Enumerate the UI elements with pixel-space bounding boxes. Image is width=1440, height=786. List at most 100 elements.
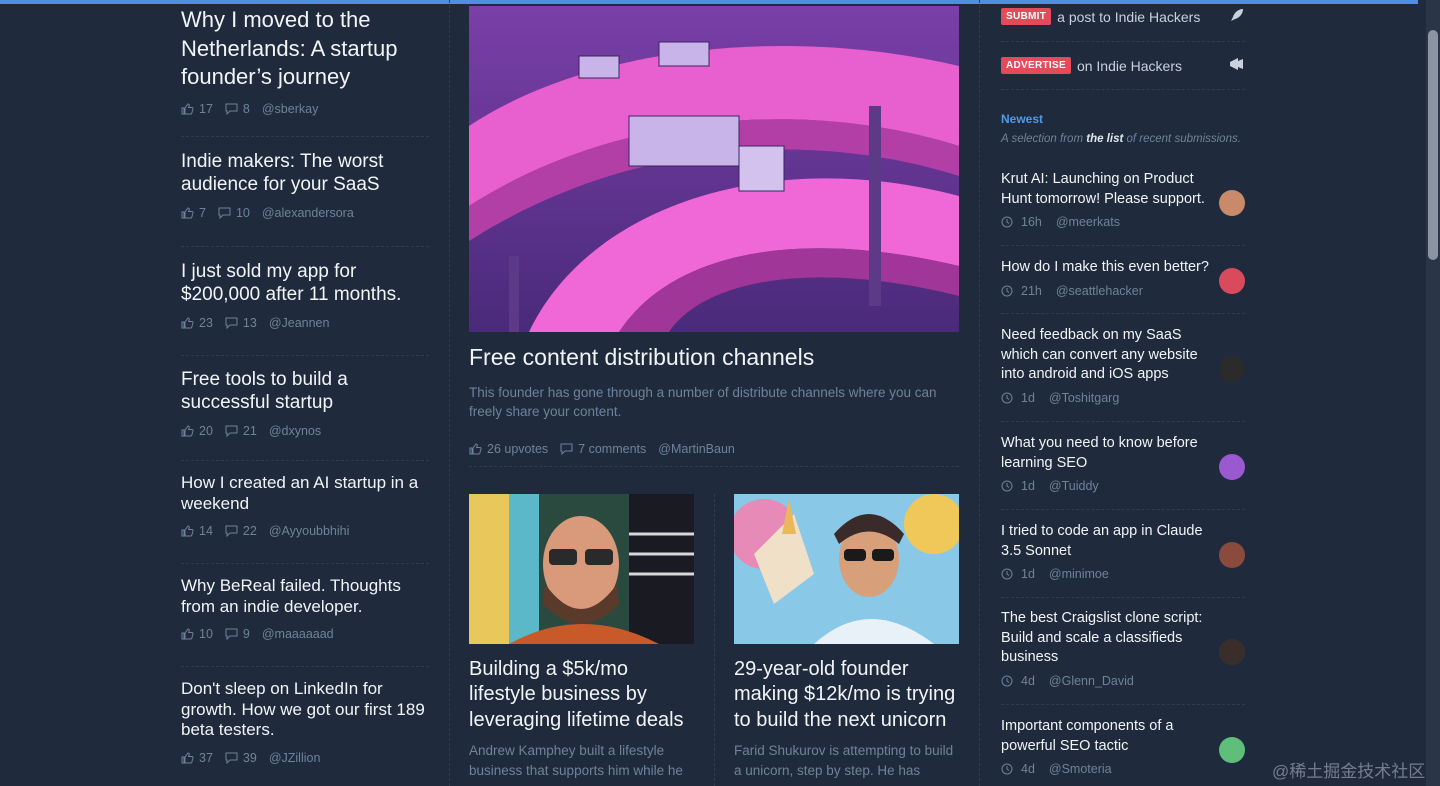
top-accent-bar (0, 0, 1418, 4)
author-link[interactable]: @Glenn_David (1049, 674, 1134, 688)
post-title[interactable]: Krut AI: Launching on Product Hunt tomor… (1001, 170, 1211, 209)
list-item[interactable]: I tried to code an app in Claude 3.5 Son… (1001, 522, 1245, 581)
post-meta: 17 8 @sberkay (181, 102, 431, 116)
post-title[interactable]: Important components of a powerful SEO t… (1001, 717, 1211, 756)
upvote-count: 7 (199, 206, 206, 221)
post-title[interactable]: Why I moved to the Netherlands: A startu… (181, 6, 431, 92)
column-divider (979, 0, 980, 786)
divider (1001, 313, 1245, 314)
comment-icon[interactable] (225, 628, 239, 641)
thumbs-up-icon[interactable] (181, 752, 195, 764)
author-link[interactable]: @sberkay (262, 102, 318, 116)
advertise-promo[interactable]: ADVERTISE on Indie Hackers (1001, 56, 1245, 75)
author-link[interactable]: @seattlehacker (1056, 284, 1143, 298)
author-link[interactable]: @Smoteria (1049, 762, 1112, 776)
submit-text[interactable]: a post to Indie Hackers (1057, 9, 1229, 25)
comment-icon[interactable] (225, 317, 239, 330)
list-item[interactable]: How I created an AI startup in a weekend… (181, 473, 431, 538)
avatar[interactable] (1219, 268, 1245, 294)
avatar[interactable] (1219, 190, 1245, 216)
comment-icon[interactable] (560, 443, 574, 455)
avatar[interactable] (1219, 542, 1245, 568)
author-link[interactable]: @MartinBaun (658, 442, 735, 456)
post-time: 4d (1021, 674, 1035, 689)
author-link[interactable]: @Ayyoubbhihi (269, 524, 350, 538)
post-title[interactable]: Why BeReal failed. Thoughts from an indi… (181, 576, 431, 617)
list-item[interactable]: I just sold my app for $200,000 after 11… (181, 260, 431, 330)
post-title[interactable]: I tried to code an app in Claude 3.5 Son… (1001, 522, 1211, 561)
comment-icon[interactable] (218, 207, 232, 220)
thumbs-up-icon[interactable] (181, 103, 195, 115)
avatar[interactable] (1219, 737, 1245, 763)
upvote-count: 23 (199, 316, 213, 331)
list-item[interactable]: The best Craigslist clone script: Build … (1001, 609, 1245, 688)
list-item[interactable]: Don't sleep on LinkedIn for growth. How … (181, 679, 431, 765)
card-title[interactable]: Building a $5k/mo lifestyle business by … (469, 657, 694, 733)
featured-image[interactable] (469, 6, 959, 332)
featured-title[interactable]: Free content distribution channels (469, 344, 814, 371)
upvote-count: 17 (199, 101, 213, 116)
submit-promo[interactable]: SUBMIT a post to Indie Hackers (1001, 7, 1245, 26)
author-link[interactable]: @meerkats (1056, 215, 1120, 229)
list-link[interactable]: the list (1086, 133, 1123, 145)
comment-icon[interactable] (225, 525, 239, 538)
thumbs-up-icon[interactable] (181, 525, 195, 537)
list-item[interactable]: Why I moved to the Netherlands: A startu… (181, 6, 431, 116)
list-item[interactable]: How do I make this even better? 21h @sea… (1001, 258, 1245, 298)
comment-icon[interactable] (225, 103, 239, 115)
comment-count: 22 (242, 524, 257, 539)
post-title[interactable]: How do I make this even better? (1001, 258, 1211, 278)
author-link[interactable]: @dxynos (269, 424, 321, 438)
post-title[interactable]: Indie makers: The worst audience for you… (181, 150, 431, 196)
thumbs-up-icon[interactable] (181, 317, 195, 329)
avatar[interactable] (1219, 639, 1245, 665)
author-link[interactable]: @maaaaaad (262, 627, 334, 641)
rocket-icon (1229, 7, 1245, 26)
card-image[interactable] (734, 494, 959, 644)
divider (181, 246, 429, 247)
clock-icon (1001, 392, 1016, 404)
article-card[interactable]: 29-year-old founder making $12k/mo is tr… (734, 494, 959, 780)
post-title[interactable]: I just sold my app for $200,000 after 11… (181, 260, 431, 306)
author-link[interactable]: @JZillion (269, 751, 321, 765)
card-title[interactable]: 29-year-old founder making $12k/mo is tr… (734, 657, 959, 733)
post-meta: 4d @Smoteria (1001, 762, 1245, 776)
post-title[interactable]: Free tools to build a successful startup (181, 368, 431, 414)
list-item[interactable]: Why BeReal failed. Thoughts from an indi… (181, 576, 431, 641)
list-item[interactable]: Need feedback on my SaaS which can conve… (1001, 326, 1245, 405)
post-meta: 14 22 @Ayyoubbhihi (181, 524, 431, 538)
post-time: 16h (1021, 215, 1042, 230)
thumbs-up-icon[interactable] (469, 443, 483, 455)
thumbs-up-icon[interactable] (181, 425, 195, 437)
post-title[interactable]: What you need to know before learning SE… (1001, 434, 1211, 473)
author-link[interactable]: @Jeannen (269, 316, 330, 330)
list-item[interactable]: Indie makers: The worst audience for you… (181, 150, 431, 220)
list-item[interactable]: Important components of a powerful SEO t… (1001, 717, 1245, 776)
comment-icon[interactable] (225, 425, 239, 438)
comment-icon[interactable] (225, 752, 239, 765)
author-link[interactable]: @minimoe (1049, 567, 1109, 581)
author-link[interactable]: @alexandersora (262, 206, 354, 220)
article-card[interactable]: Building a $5k/mo lifestyle business by … (469, 494, 694, 780)
clock-icon (1001, 568, 1016, 580)
comment-count: 13 (242, 316, 257, 331)
advertise-badge[interactable]: ADVERTISE (1001, 57, 1071, 74)
author-link[interactable]: @Toshitgarg (1049, 391, 1119, 405)
divider (1001, 89, 1245, 90)
list-item[interactable]: What you need to know before learning SE… (1001, 434, 1245, 493)
avatar[interactable] (1219, 356, 1245, 382)
list-item[interactable]: Free tools to build a successful startup… (181, 368, 431, 438)
post-title[interactable]: Need feedback on my SaaS which can conve… (1001, 326, 1211, 385)
scrollbar-thumb[interactable] (1428, 30, 1438, 260)
post-title[interactable]: Don't sleep on LinkedIn for growth. How … (181, 679, 431, 741)
card-image[interactable] (469, 494, 694, 644)
author-link[interactable]: @Tuiddy (1049, 479, 1099, 493)
list-item[interactable]: Krut AI: Launching on Product Hunt tomor… (1001, 170, 1245, 229)
thumbs-up-icon[interactable] (181, 628, 195, 640)
post-title[interactable]: How I created an AI startup in a weekend (181, 473, 431, 514)
submit-badge[interactable]: SUBMIT (1001, 8, 1052, 25)
post-title[interactable]: The best Craigslist clone script: Build … (1001, 609, 1211, 668)
advertise-text[interactable]: on Indie Hackers (1077, 58, 1228, 74)
thumbs-up-icon[interactable] (181, 207, 195, 219)
avatar[interactable] (1219, 454, 1245, 480)
